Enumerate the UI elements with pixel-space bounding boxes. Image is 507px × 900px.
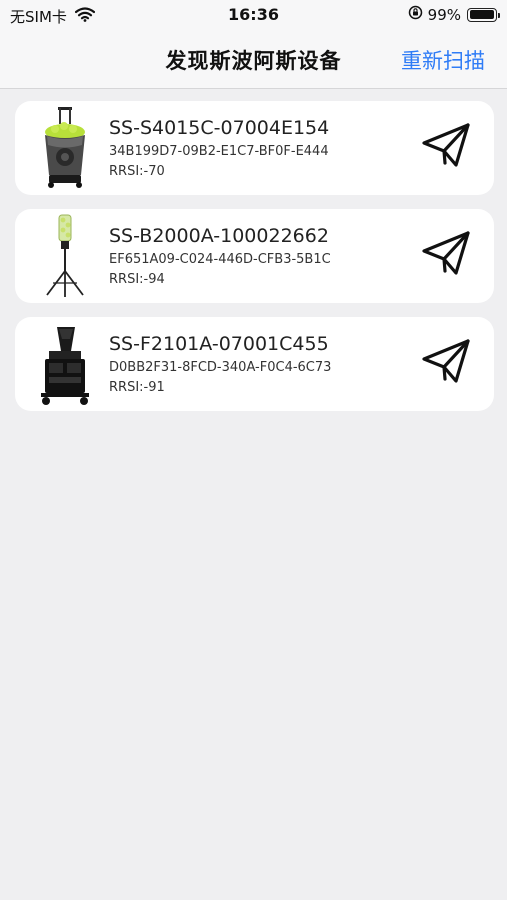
device-rssi: RRSI:-70: [109, 164, 165, 179]
send-paper-plane-icon[interactable]: [420, 121, 474, 171]
send-paper-plane-icon[interactable]: [420, 229, 474, 279]
status-bar: 无SIM卡 16:36 99%: [0, 0, 507, 32]
device-card[interactable]: SS-B2000A-100022662 EF651A09-C024-446D-C…: [15, 209, 494, 303]
device-uuid: EF651A09-C024-446D-CFB3-5B1C: [109, 252, 331, 267]
device-rssi: RRSI:-94: [109, 272, 165, 287]
ball-machine-tripod-icon: [37, 213, 93, 299]
device-list: SS-S4015C-07004E154 34B199D7-09B2-E1C7-B…: [15, 101, 494, 425]
device-uuid: D0BB2F31-8FCD-340A-F0C4-6C73: [109, 360, 332, 375]
battery-level-fill: [469, 10, 494, 19]
device-name: SS-S4015C-07004E154: [109, 117, 330, 139]
device-card[interactable]: SS-F2101A-07001C455 D0BB2F31-8FCD-340A-F…: [15, 317, 494, 411]
device-name: SS-B2000A-100022662: [109, 225, 329, 247]
status-right: 99%: [408, 5, 500, 24]
device-name: SS-F2101A-07001C455: [109, 333, 329, 355]
navigation-bar: 发现斯波阿斯设备 重新扫描: [0, 32, 507, 89]
device-card[interactable]: SS-S4015C-07004E154 34B199D7-09B2-E1C7-B…: [15, 101, 494, 195]
ball-machine-s4015c-icon: [37, 105, 93, 191]
battery-percent: 99%: [427, 5, 461, 24]
battery-icon: [467, 7, 500, 22]
screen: 无SIM卡 16:36 99% 发现斯波阿斯设备 重新扫描 SS-S4015C-…: [0, 0, 507, 900]
orientation-lock-icon: [408, 5, 423, 24]
ball-machine-f2101a-icon: [37, 321, 93, 407]
device-rssi: RRSI:-91: [109, 380, 165, 395]
device-uuid: 34B199D7-09B2-E1C7-BF0F-E444: [109, 144, 329, 159]
send-paper-plane-icon[interactable]: [420, 337, 474, 387]
rescan-button[interactable]: 重新扫描: [401, 45, 485, 75]
